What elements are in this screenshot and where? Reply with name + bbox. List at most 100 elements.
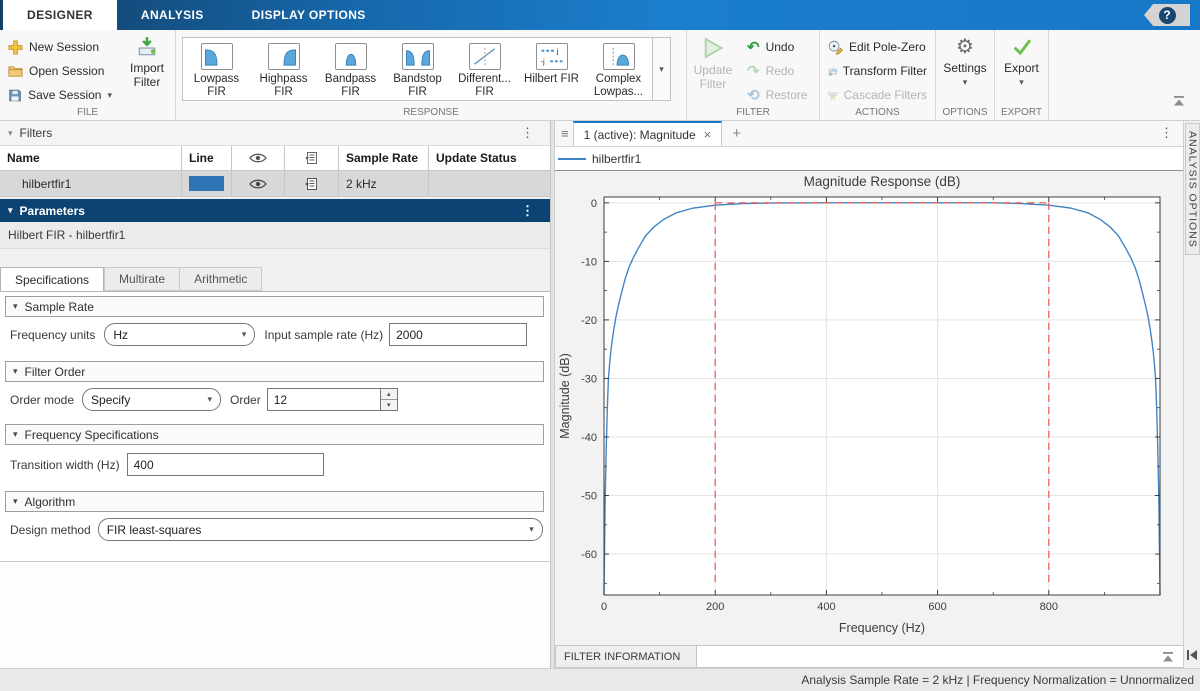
redo-icon: ↷ [747, 62, 760, 80]
tab-specifications[interactable]: Specifications [0, 267, 104, 292]
tab-display-options[interactable]: DISPLAY OPTIONS [228, 0, 390, 30]
import-filter-button[interactable]: ImportFilter [120, 30, 174, 107]
stepper-down-icon[interactable]: ▾ [381, 400, 397, 410]
eye-icon [249, 178, 267, 190]
plot-panel: ≡ 1 (active): Magnitude × + ⋮ hilbertfir… [555, 121, 1183, 668]
ribbon-group-options: ⚙ Settings ▾ OPTIONS [936, 30, 995, 120]
transition-width-field[interactable] [127, 453, 324, 476]
settings-button[interactable]: ⚙ Settings ▾ [936, 30, 994, 89]
section-algorithm[interactable]: ▾ Algorithm [5, 491, 544, 512]
design-method-select[interactable]: FIR least-squares ▾ [98, 518, 543, 541]
add-plot-tab-icon[interactable]: + [732, 125, 741, 142]
section-sample-rate[interactable]: ▾ Sample Rate [5, 296, 544, 317]
tab-analysis[interactable]: ANALYSIS [117, 0, 228, 30]
filter-line-cell[interactable] [182, 171, 232, 196]
input-rate-label: Input sample rate (Hz) [264, 328, 383, 342]
section-frequency-specifications[interactable]: ▾ Frequency Specifications [5, 424, 544, 445]
restore-button[interactable]: ⟲ Restore [739, 83, 816, 107]
ribbon: New Session Open Session Save Session ▾ [0, 30, 1200, 121]
filter-information-tab[interactable]: FILTER INFORMATION [555, 645, 697, 668]
tab-multirate[interactable]: Multirate [104, 267, 179, 291]
parameters-panel-header[interactable]: ▾ Parameters ⋮ [0, 199, 550, 222]
legend-label[interactable]: hilbertfir1 [592, 152, 641, 166]
filters-table-header: Name Line Sample Rate Update Status [0, 146, 550, 171]
response-gallery-expand-button[interactable]: ▾ [653, 37, 671, 101]
collapse-left-button[interactable] [1186, 648, 1198, 666]
help-button[interactable]: ? [1144, 4, 1190, 26]
stepper-up-icon[interactable]: ▴ [381, 389, 397, 400]
open-session-button[interactable]: Open Session [0, 59, 120, 83]
tab-designer[interactable]: DESIGNER [3, 0, 117, 30]
input-sample-rate-field[interactable] [389, 323, 527, 346]
x-tick-label: 800 [1040, 601, 1058, 613]
filter-designer-app: { "icons": { "caret": "▾", "caret_up": "… [0, 0, 1200, 691]
status-text: Analysis Sample Rate = 2 kHz | Frequency… [801, 673, 1194, 687]
expand-panel-icon[interactable] [1161, 651, 1175, 663]
filter-line-swatch[interactable] [189, 176, 224, 191]
filters-panel-header[interactable]: ▾ Filters ⋮ [0, 121, 550, 146]
frequency-units-label: Frequency units [10, 328, 95, 342]
transform-filter-button[interactable]: Transform Filter [820, 59, 935, 83]
save-session-caret-icon[interactable]: ▾ [107, 90, 112, 101]
plot-kebab-icon[interactable]: ⋮ [1160, 125, 1173, 141]
y-tick-label: -30 [581, 373, 597, 385]
col-header-visibility[interactable] [232, 146, 285, 170]
group-label-options: OPTIONS [936, 107, 994, 118]
plot-tab-magnitude[interactable]: 1 (active): Magnitude × [573, 121, 723, 146]
order-mode-select[interactable]: Specify ▾ [82, 388, 221, 411]
tab-close-icon[interactable]: × [704, 127, 712, 142]
response-hilbert-fir[interactable]: j-j Hilbert FIR [518, 38, 585, 100]
response-differentiator-fir[interactable]: Different...FIR [451, 38, 518, 100]
edit-pole-zero-icon [828, 40, 843, 55]
new-session-button[interactable]: New Session [0, 35, 120, 59]
parameters-panel-title: Parameters [20, 204, 85, 218]
response-bandstop-fir[interactable]: BandstopFIR [384, 38, 451, 100]
export-button[interactable]: Export ▾ [995, 30, 1048, 89]
tab-arithmetic[interactable]: Arithmetic [179, 267, 262, 291]
filter-update-status [429, 171, 550, 196]
col-header-info[interactable] [285, 146, 339, 170]
cascade-filters-icon [828, 88, 838, 103]
cascade-filters-button[interactable]: Cascade Filters [820, 83, 935, 107]
update-filter-button[interactable]: UpdateFilter [687, 30, 739, 107]
toolstrip-tabbar: DESIGNER ANALYSIS DISPLAY OPTIONS ? [0, 0, 1200, 30]
collapse-icon[interactable]: ▾ [8, 128, 13, 139]
response-complex-lowpass-fir[interactable]: ComplexLowpas... [585, 38, 652, 100]
col-header-name[interactable]: Name [0, 146, 182, 170]
filter-information-bar: FILTER INFORMATION [555, 645, 1183, 668]
collapse-ribbon-icon [1172, 95, 1186, 107]
group-label-response: RESPONSE [176, 107, 686, 118]
gear-icon: ⚙ [956, 37, 974, 57]
parameters-tabs: Specifications Multirate Arithmetic [0, 267, 262, 292]
plot-legend: hilbertfir1 [555, 147, 1183, 171]
section-filter-order[interactable]: ▾ Filter Order [5, 361, 544, 382]
collapse-icon[interactable]: ▾ [8, 205, 13, 216]
analysis-options-tab[interactable]: ANALYSIS OPTIONS [1185, 123, 1200, 255]
y-tick-label: 0 [591, 198, 597, 210]
filter-row-hilbertfir1[interactable]: hilbertfir1 2 kHz [0, 171, 550, 197]
filter-visibility-cell[interactable] [232, 171, 285, 196]
redo-button[interactable]: ↷ Redo [739, 59, 816, 83]
frequency-units-select[interactable]: Hz ▾ [104, 323, 255, 346]
collapse-ribbon-button[interactable] [1172, 94, 1186, 112]
x-axis-label: Frequency (Hz) [839, 621, 925, 635]
parameters-kebab-icon[interactable]: ⋮ [521, 203, 534, 219]
col-header-update-status[interactable]: Update Status [429, 146, 550, 170]
col-header-line[interactable]: Line [182, 146, 232, 170]
open-session-icon [8, 64, 23, 79]
col-header-sample-rate[interactable]: Sample Rate [339, 146, 429, 170]
response-lowpass-fir[interactable]: LowpassFIR [183, 38, 250, 100]
response-highpass-fir[interactable]: HighpassFIR [250, 38, 317, 100]
order-field[interactable] [267, 388, 381, 411]
save-session-button[interactable]: Save Session ▾ [0, 83, 120, 107]
x-tick-label: 0 [601, 601, 607, 613]
response-bandpass-fir[interactable]: BandpassFIR [317, 38, 384, 100]
filter-info-cell[interactable] [285, 171, 339, 196]
plots-menu-icon[interactable]: ≡ [561, 126, 569, 141]
svg-text:-j: -j [540, 57, 545, 66]
undo-button[interactable]: ↶ Undo [739, 35, 816, 59]
edit-pole-zero-button[interactable]: Edit Pole-Zero [820, 35, 935, 59]
filters-kebab-icon[interactable]: ⋮ [521, 125, 534, 141]
response-gallery: LowpassFIR HighpassFIR BandpassFIR Bands… [182, 37, 653, 101]
order-stepper[interactable]: ▴ ▾ [381, 388, 398, 411]
